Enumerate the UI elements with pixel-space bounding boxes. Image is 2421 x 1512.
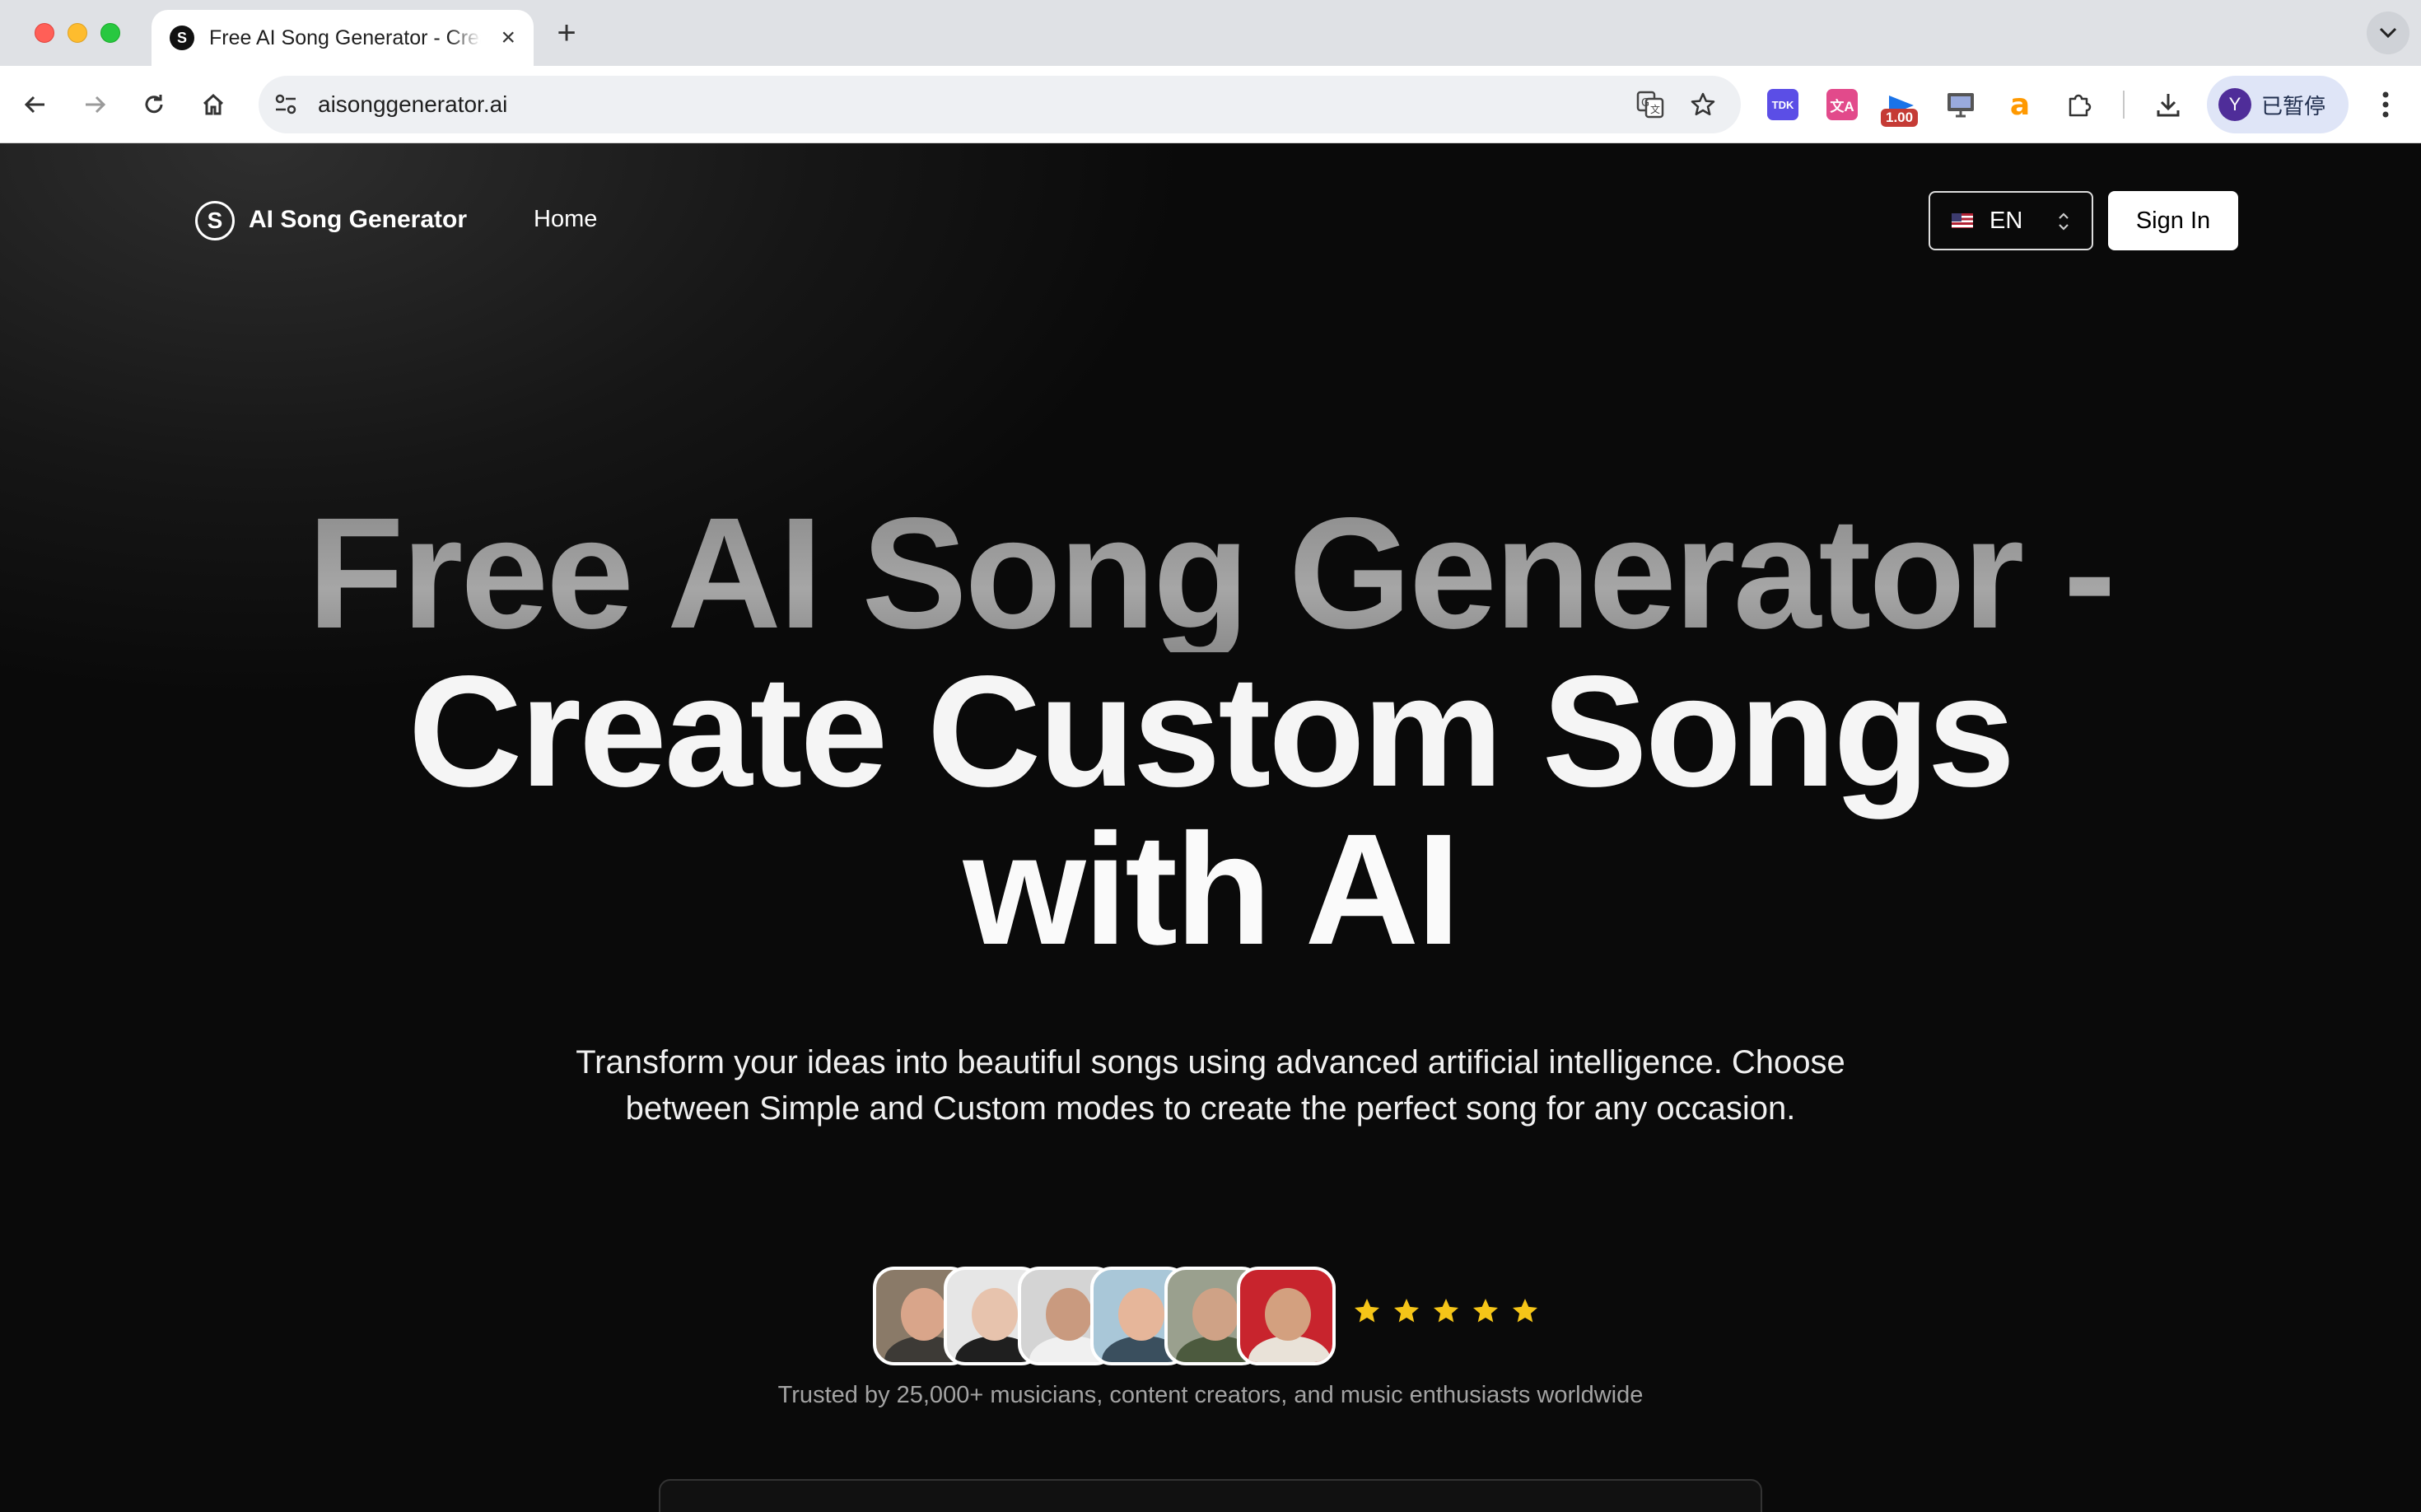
monitor-extension-icon[interactable] — [1945, 89, 1976, 120]
video-speed-extension-icon[interactable]: 1.00 — [1881, 89, 1919, 127]
rating-stars — [1352, 1296, 1540, 1326]
chevron-up-down-icon — [2059, 212, 2069, 231]
browser-tab-strip: S Free AI Song Generator - Create Custom… — [0, 0, 2421, 66]
download-icon[interactable] — [2153, 89, 2184, 120]
generator-card — [659, 1479, 1762, 1512]
toolbar-divider — [2123, 91, 2125, 119]
star-icon — [1513, 1299, 1537, 1323]
reload-icon — [145, 95, 163, 114]
trust-text: Trusted by 25,000+ musicians, content cr… — [777, 1382, 1644, 1408]
extensions-puzzle-icon[interactable] — [2064, 89, 2095, 120]
translate-icon[interactable]: G文 — [1635, 90, 1665, 119]
star-icon — [1473, 1299, 1498, 1323]
star-icon — [1355, 1299, 1379, 1323]
forward-button[interactable] — [74, 84, 115, 125]
amazon-extension-icon[interactable]: a — [2004, 88, 2036, 122]
hero-title-line-3: with AI — [963, 800, 1460, 978]
new-tab-button[interactable]: + — [550, 13, 583, 53]
url-text: aisonggenerator.ai — [318, 91, 508, 117]
star-icon — [1434, 1299, 1458, 1323]
svg-text:文: 文 — [1650, 103, 1660, 115]
arrow-left-icon — [24, 96, 44, 114]
user-avatars — [873, 1267, 1342, 1365]
us-flag-icon — [1952, 213, 1973, 228]
tab-title: Free AI Song Generator - Create Custom S… — [209, 26, 481, 49]
sign-in-button[interactable]: Sign In — [2108, 191, 2238, 250]
avatar — [1237, 1267, 1336, 1365]
browser-tab-active[interactable]: S Free AI Song Generator - Create Custom… — [152, 10, 534, 66]
tab-close-icon[interactable]: × — [501, 26, 515, 50]
star-icon — [1394, 1299, 1419, 1323]
back-button[interactable] — [15, 84, 56, 125]
chevron-down-icon — [2379, 27, 2397, 39]
svg-text:G: G — [1641, 97, 1649, 110]
more-vert-icon — [2382, 91, 2389, 118]
translate-extension-icon[interactable]: 文A — [1826, 89, 1858, 120]
language-select[interactable]: EN — [1929, 191, 2093, 250]
window-zoom-button[interactable] — [100, 23, 120, 43]
tdk-extension-icon[interactable]: TDK — [1767, 89, 1798, 120]
hero-title-line-2: Create Custom Songs — [408, 642, 2016, 819]
window-minimize-button[interactable] — [68, 23, 87, 43]
home-icon — [203, 93, 224, 115]
browser-toolbar: aisonggenerator.ai G文 TDK 文A 1.00 a Y 已暂… — [0, 66, 2421, 143]
site-brand[interactable]: AI Song Generator — [249, 206, 467, 234]
hero-subtitle: Transform your ideas into beautiful song… — [576, 1044, 1845, 1127]
tab-favicon-icon: S — [170, 26, 194, 50]
arrow-right-icon — [86, 96, 106, 114]
tab-search-button[interactable] — [2367, 12, 2409, 54]
address-bar[interactable]: aisonggenerator.ai G文 — [259, 76, 1741, 133]
page-viewport: S AI Song Generator Home EN Sign In Free… — [0, 143, 2421, 1512]
language-code: EN — [1990, 207, 2023, 234]
hero-title-line-1: Free AI Song Generator - — [0, 494, 2421, 652]
reload-button[interactable] — [133, 84, 175, 125]
profile-avatar: Y — [2218, 88, 2251, 121]
site-info-icon[interactable] — [273, 92, 298, 121]
profile-status-label: 已暂停 — [2261, 93, 2326, 119]
browser-menu-button[interactable] — [2365, 84, 2406, 125]
site-logo-icon[interactable]: S — [195, 201, 235, 240]
profile-button[interactable]: Y 已暂停 — [2207, 76, 2349, 133]
bookmark-star-icon[interactable] — [1688, 90, 1718, 119]
speed-badge: 1.00 — [1881, 109, 1919, 127]
home-button[interactable] — [193, 84, 234, 125]
window-close-button[interactable] — [35, 23, 54, 43]
nav-link-home[interactable]: Home — [534, 206, 597, 233]
